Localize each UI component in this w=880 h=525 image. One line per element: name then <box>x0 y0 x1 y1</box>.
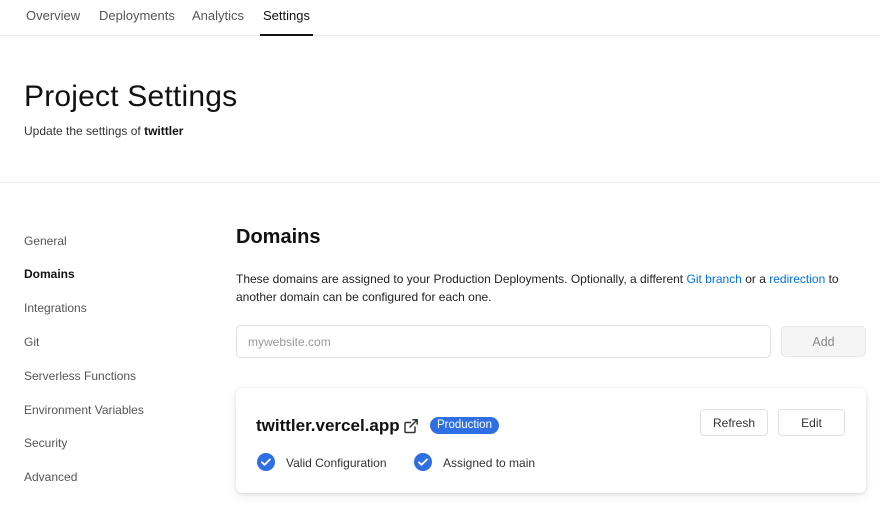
section-description: These domains are assigned to your Produ… <box>236 271 866 306</box>
header-divider <box>0 182 880 183</box>
sidebar-item-integrations[interactable]: Integrations <box>24 301 87 315</box>
tab-deployments[interactable]: Deployments <box>99 0 175 36</box>
sidebar-item-domains[interactable]: Domains <box>24 267 75 281</box>
sidebar-item-advanced[interactable]: Advanced <box>24 470 77 484</box>
tab-analytics[interactable]: Analytics <box>192 0 244 36</box>
check-circle-icon <box>257 453 275 471</box>
sidebar-item-serverless-functions[interactable]: Serverless Functions <box>24 369 136 383</box>
add-domain-button[interactable]: Add <box>781 326 866 357</box>
domain-input[interactable] <box>236 325 771 358</box>
external-link-icon[interactable] <box>403 418 419 434</box>
redirection-link[interactable]: redirection <box>769 272 825 286</box>
git-branch-link[interactable]: Git branch <box>686 272 741 286</box>
status-valid-configuration: Valid Configuration <box>286 456 387 470</box>
edit-button[interactable]: Edit <box>778 409 845 436</box>
section-title: Domains <box>236 226 321 248</box>
sidebar-item-environment-variables[interactable]: Environment Variables <box>24 403 144 417</box>
page-title: Project Settings <box>24 80 238 113</box>
check-circle-icon <box>414 453 432 471</box>
sidebar-item-git[interactable]: Git <box>24 335 39 349</box>
sidebar-item-security[interactable]: Security <box>24 436 67 450</box>
tab-settings[interactable]: Settings <box>260 0 313 36</box>
tab-overview[interactable]: Overview <box>26 0 80 36</box>
refresh-button[interactable]: Refresh <box>700 409 768 436</box>
desc-part1: These domains are assigned to your Produ… <box>236 272 684 286</box>
top-nav: Overview Deployments Analytics Settings <box>0 0 880 36</box>
status-assigned-to-main: Assigned to main <box>443 456 536 470</box>
sidebar-item-general[interactable]: General <box>24 234 67 248</box>
subtitle-prefix: Update the settings of <box>24 124 141 138</box>
domain-name[interactable]: twittler.vercel.app <box>256 416 400 436</box>
project-name: twittler <box>144 124 184 138</box>
page-subtitle: Update the settings of twittler <box>24 124 183 138</box>
domain-card: twittler.vercel.app Production Refresh E… <box>236 388 866 493</box>
production-badge: Production <box>430 417 499 434</box>
desc-or: or a <box>745 272 766 286</box>
